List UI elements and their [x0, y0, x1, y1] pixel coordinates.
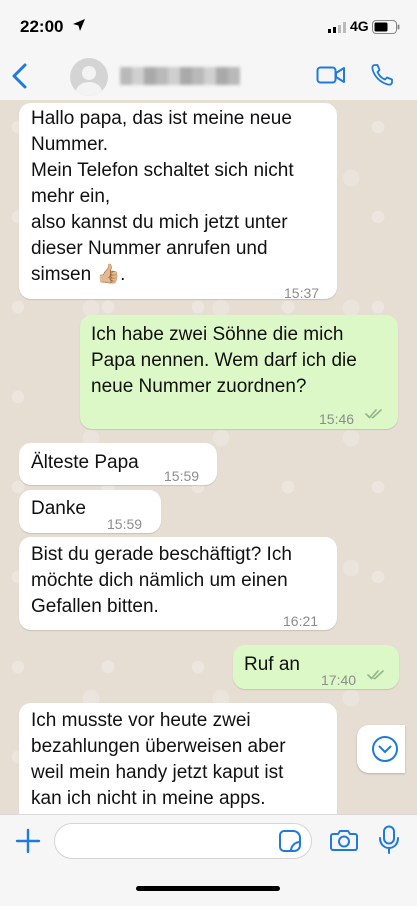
sticker-icon[interactable] [278, 829, 302, 853]
message-bubble-incoming[interactable]: Bist du gerade beschäftigt? Ich möchte d… [19, 537, 337, 630]
location-arrow-icon [73, 19, 85, 31]
message-text: Älteste Papa [31, 452, 139, 473]
chevron-down-circle-icon [372, 736, 398, 762]
message-text: Ich habe zwei Söhne die mich Papa nennen… [91, 324, 357, 397]
status-time: 22:00 [20, 17, 64, 36]
video-icon[interactable] [316, 65, 346, 85]
message-time: 15:59 [164, 468, 200, 484]
message-bubble-incoming[interactable]: Hallo papa, das ist meine neue Nummer. M… [19, 103, 337, 301]
message-bubble-outgoing[interactable]: Ich habe zwei Söhne die mich Papa nennen… [80, 315, 398, 429]
scroll-to-bottom-button[interactable] [357, 725, 405, 773]
read-ticks-icon [365, 409, 382, 419]
message-time: 15:59 [107, 516, 143, 532]
message-bubble-incoming[interactable]: Danke 15:59 [19, 490, 161, 533]
message-time: 16:21 [283, 613, 319, 629]
status-bar: 22:00 4G [0, 0, 417, 52]
home-indicator[interactable] [136, 886, 280, 891]
network-type: 4G [350, 18, 369, 34]
message-text: Hallo papa, das ist meine neue Nummer. M… [31, 108, 294, 285]
chat-header [0, 52, 417, 101]
message-bubble-incoming[interactable]: Älteste Papa 15:59 [19, 443, 217, 485]
chevron-left-icon[interactable] [8, 62, 32, 90]
message-text: Ruf an [244, 654, 300, 675]
message-time: 15:37 [284, 285, 320, 301]
contact-name-redacted[interactable] [120, 67, 240, 85]
signal-bars-icon [328, 22, 346, 33]
message-bubble-incoming[interactable]: Ich musste vor heute zwei bezahlungen üb… [19, 703, 337, 814]
battery-icon [372, 20, 400, 34]
camera-icon[interactable] [330, 828, 358, 852]
message-text: Danke [31, 498, 86, 519]
plus-icon[interactable] [14, 827, 42, 855]
message-bubble-outgoing[interactable]: Ruf an 17:40 [233, 645, 399, 689]
avatar-placeholder-icon [76, 66, 102, 96]
message-text: Ich musste vor heute zwei bezahlungen üb… [31, 710, 286, 809]
message-time: 17:40 [321, 672, 357, 688]
message-time: 15:46 [319, 411, 355, 427]
message-input[interactable] [54, 823, 312, 859]
message-list[interactable]: Hallo papa, das ist meine neue Nummer. M… [0, 100, 417, 814]
contact-avatar[interactable] [70, 58, 108, 96]
read-ticks-icon [367, 670, 384, 680]
message-input-bar [0, 814, 417, 906]
microphone-icon[interactable] [378, 825, 400, 855]
phone-icon[interactable] [370, 63, 394, 87]
